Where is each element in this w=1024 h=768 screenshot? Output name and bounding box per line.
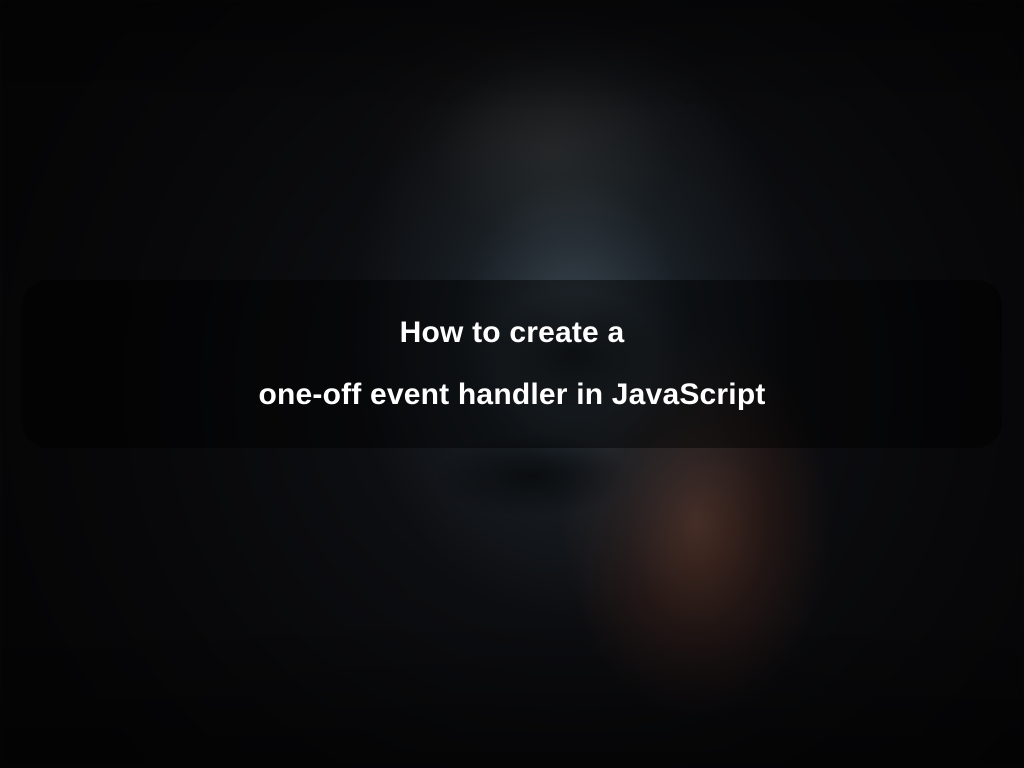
title-line-1: How to create a bbox=[400, 316, 625, 350]
title-card: How to create a one-off event handler in… bbox=[22, 280, 1002, 448]
title-line-2: one-off event handler in JavaScript bbox=[258, 378, 765, 412]
